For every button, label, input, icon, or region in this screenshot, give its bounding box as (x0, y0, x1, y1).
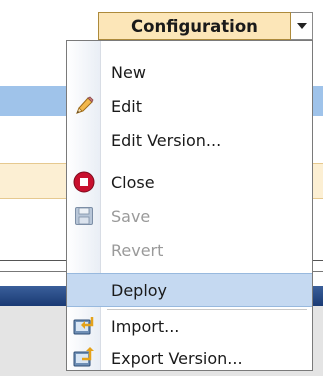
menu-item-import[interactable]: Import... (67, 309, 312, 343)
menu-item-label: Import... (111, 316, 180, 336)
menu-item-save: Save (67, 199, 312, 233)
menu-item-label: Close (111, 172, 155, 192)
menu-item-label: Edit Version... (111, 130, 222, 150)
pencil-icon (67, 89, 101, 123)
menu-item-icon-placeholder (67, 273, 101, 307)
configuration-dropdown-menu: New Edit Edit Version... Close Save Reve… (66, 40, 313, 371)
menu-item-deploy[interactable]: Deploy (67, 273, 312, 307)
menu-item-icon-placeholder (67, 123, 101, 157)
export-icon (67, 341, 101, 375)
menu-item-label: Edit (111, 96, 142, 116)
menu-item-edit-version[interactable]: Edit Version... (67, 123, 312, 157)
floppy-disk-icon (67, 199, 101, 233)
menu-item-edit[interactable]: Edit (67, 89, 312, 123)
menu-item-revert: Revert (67, 233, 312, 267)
menu-item-icon-placeholder (67, 55, 101, 89)
menu-item-icon-placeholder (67, 233, 101, 267)
menu-title[interactable]: Configuration (98, 12, 291, 40)
close-circle-icon (67, 165, 101, 199)
menu-item-export-version[interactable]: Export Version... (67, 341, 312, 375)
menu-item-label: Save (111, 206, 151, 226)
menu-item-label: New (111, 62, 146, 82)
menu-item-label: Deploy (111, 280, 168, 300)
menu-item-label: Export Version... (111, 348, 243, 368)
configuration-menu-button[interactable]: Configuration (98, 12, 313, 40)
chevron-down-icon[interactable] (291, 12, 313, 40)
menu-item-label: Revert (111, 240, 164, 260)
import-icon (67, 309, 101, 343)
menu-item-close[interactable]: Close (67, 165, 312, 199)
menu-item-new[interactable]: New (67, 55, 312, 89)
